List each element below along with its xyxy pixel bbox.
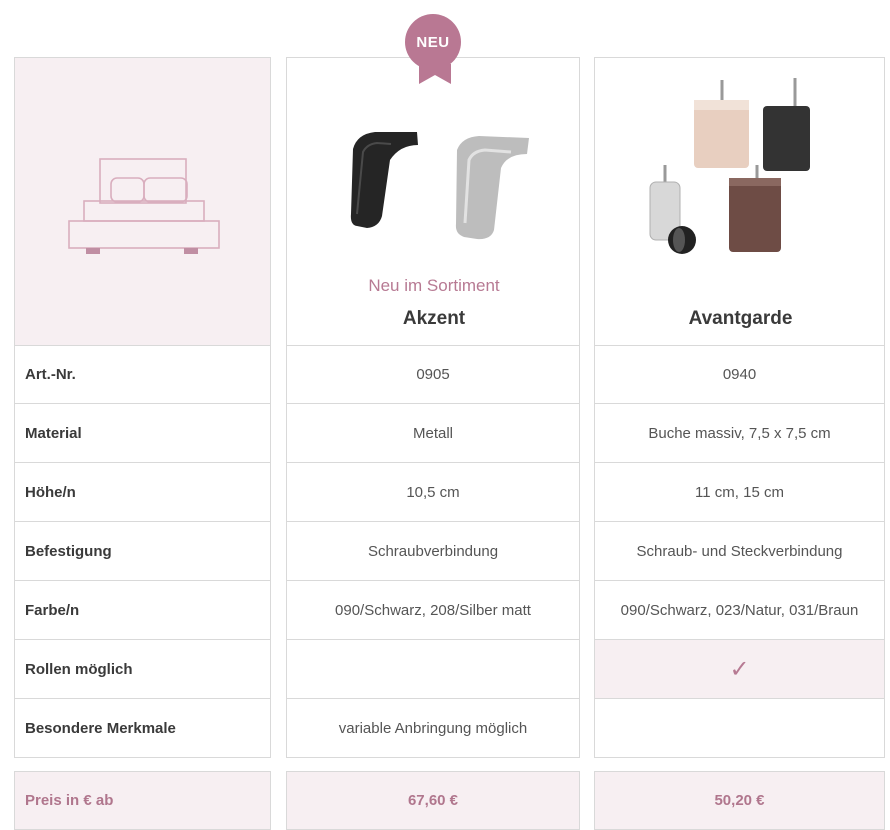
row-value: variable Anbringung möglich [286, 699, 580, 758]
row-value: ✓ [594, 640, 885, 699]
row-value: Metall [286, 404, 580, 463]
row-value: 10,5 cm [286, 463, 580, 522]
row-value: Schraub- und Steckverbindung [594, 522, 885, 581]
avantgarde-product-image [649, 78, 810, 254]
row-value: 0905 [286, 345, 580, 404]
product-name: Avantgarde [688, 308, 793, 329]
price-label: Preis in € ab [14, 771, 271, 830]
row-value: 090/Schwarz, 208/Silber matt [286, 581, 580, 640]
row-label: Befestigung [14, 522, 271, 581]
product-column-avantgarde: Avantgarde [594, 57, 885, 345]
row-label: Höhe/n [14, 463, 271, 522]
row-label: Farbe/n [14, 581, 271, 640]
price-akzent: 67,60 € [286, 771, 580, 830]
label-column-header [14, 57, 271, 345]
price-avantgarde: 50,20 € [594, 771, 885, 830]
row-value [286, 640, 580, 699]
row-value: Schraubverbindung [286, 522, 580, 581]
product-column-akzent: Neu im Sortiment Akzent [286, 57, 580, 345]
bed-icon [68, 158, 220, 254]
new-badge: NEU [405, 14, 461, 70]
row-value [594, 699, 885, 758]
row-label: Besondere Merkmale [14, 699, 271, 758]
product-subtitle: Neu im Sortiment [368, 276, 500, 295]
row-value: 11 cm, 15 cm [594, 463, 885, 522]
product-name: Akzent [402, 308, 466, 329]
ribbon-icon [419, 64, 451, 84]
row-label: Art.-Nr. [14, 345, 271, 404]
row-label: Rollen möglich [14, 640, 271, 699]
row-label: Material [14, 404, 271, 463]
row-value: Buche massiv, 7,5 x 7,5 cm [594, 404, 885, 463]
akzent-product-image [350, 132, 529, 240]
row-value: 090/Schwarz, 023/Natur, 031/Braun [594, 581, 885, 640]
row-value: 0940 [594, 345, 885, 404]
